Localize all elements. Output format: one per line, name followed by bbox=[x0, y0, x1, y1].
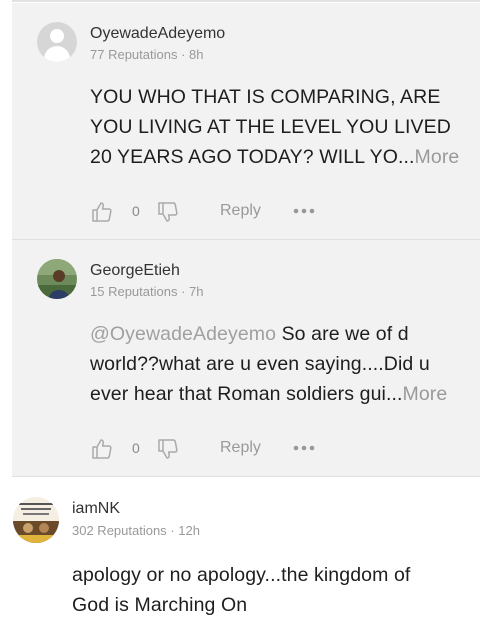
meta-separator: · bbox=[181, 47, 186, 62]
meta-separator: · bbox=[170, 523, 175, 538]
comment-line: YOU LIVING AT THE LEVEL YOU LIVED bbox=[90, 116, 451, 138]
comment-meta: 77 Reputations · 8h bbox=[90, 47, 204, 62]
comment-time: 12h bbox=[178, 523, 200, 538]
user-avatar[interactable] bbox=[37, 259, 77, 299]
comment-line: God is Marching On bbox=[72, 594, 248, 616]
like-count: 0 bbox=[132, 440, 140, 456]
comment-line: @OyewadeAdeyemo So are we of d bbox=[90, 319, 447, 349]
comment-actions: 0 Reply bbox=[90, 437, 330, 461]
comment-time: 8h bbox=[189, 47, 204, 62]
more-link[interactable]: More bbox=[415, 146, 460, 168]
comment-text[interactable]: YOU WHO THAT IS COMPARING, ARE YOU LIVIN… bbox=[90, 82, 459, 172]
reputation-count: 77 Reputations bbox=[90, 47, 178, 62]
comment-username[interactable]: GeorgeEtieh bbox=[90, 262, 180, 280]
comment-meta: 302 Reputations · 12h bbox=[72, 523, 200, 538]
reply-comment-2: GeorgeEtieh 15 Reputations · 7h @Oyewade… bbox=[12, 240, 480, 476]
comment-line: apology or no apology...the kingdom of bbox=[72, 564, 411, 586]
like-count: 0 bbox=[132, 203, 140, 219]
thumbs-down-icon[interactable] bbox=[156, 437, 180, 461]
comment-username[interactable]: iamNK bbox=[72, 500, 120, 518]
thumbs-up-icon[interactable] bbox=[90, 437, 114, 461]
reputation-count: 15 Reputations bbox=[90, 284, 178, 299]
user-mention[interactable]: @OyewadeAdeyemo bbox=[90, 323, 276, 345]
comment-username[interactable]: OyewadeAdeyemo bbox=[90, 25, 225, 43]
comment-line-text: 20 YEARS AGO TODAY? WILL YO... bbox=[90, 146, 415, 168]
comment-line: ever hear that Roman soldiers gui...More bbox=[90, 379, 447, 409]
comment-time: 7h bbox=[189, 284, 204, 299]
thumbs-up-icon[interactable] bbox=[90, 200, 114, 224]
avatar-default[interactable] bbox=[37, 22, 77, 62]
comment-line: 20 YEARS AGO TODAY? WILL YO...More bbox=[90, 142, 459, 172]
comment-line: YOU WHO THAT IS COMPARING, ARE bbox=[90, 86, 441, 108]
comment-actions: 0 Reply bbox=[90, 200, 330, 224]
comment-line-text: ever hear that Roman soldiers gui... bbox=[90, 383, 403, 405]
comment-line-text: So are we of d bbox=[276, 323, 409, 345]
more-dots-icon[interactable] bbox=[293, 208, 315, 214]
top-divider bbox=[12, 0, 480, 2]
meta-separator: · bbox=[181, 284, 186, 299]
reply-comment-1: OyewadeAdeyemo 77 Reputations · 8h YOU W… bbox=[12, 3, 480, 239]
comment-divider bbox=[12, 476, 480, 477]
more-dots-icon[interactable] bbox=[293, 445, 315, 451]
user-avatar[interactable] bbox=[13, 497, 59, 543]
comment-meta: 15 Reputations · 7h bbox=[90, 284, 204, 299]
comment-line: world??what are u even saying....Did u bbox=[90, 353, 430, 375]
more-link[interactable]: More bbox=[403, 383, 448, 405]
reply-button[interactable]: Reply bbox=[220, 202, 261, 220]
comment-text[interactable]: apology or no apology...the kingdom of G… bbox=[72, 560, 410, 620]
reply-button[interactable]: Reply bbox=[220, 439, 261, 457]
comment-text[interactable]: @OyewadeAdeyemo So are we of d world??wh… bbox=[90, 319, 447, 409]
reputation-count: 302 Reputations bbox=[72, 523, 167, 538]
thumbs-down-icon[interactable] bbox=[156, 200, 180, 224]
